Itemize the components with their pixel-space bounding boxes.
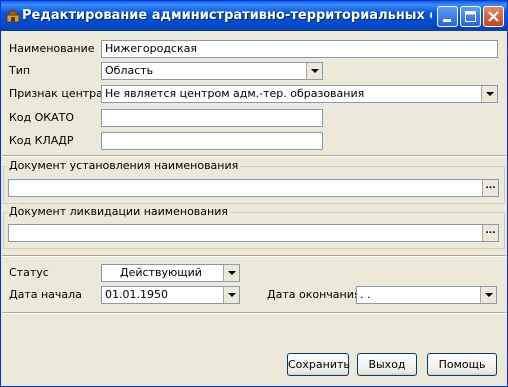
center-flag-select-value: Не является центром адм.-тер. образовани… (105, 87, 365, 100)
center-flag-label: Признак центра (9, 87, 103, 100)
start-date-picker[interactable]: 01.01.1950 (101, 286, 240, 304)
title-bar[interactable]: Редактирование административно-территори… (1, 1, 507, 31)
type-select[interactable]: Область (101, 62, 323, 80)
status-dropdown-button[interactable] (223, 265, 239, 281)
maximize-icon (465, 11, 476, 22)
status-select-value: Действующий (120, 266, 202, 279)
chevron-down-icon (228, 271, 236, 275)
kladr-input[interactable] (101, 132, 323, 150)
close-button[interactable] (483, 6, 504, 27)
divider (2, 255, 506, 257)
minimize-button[interactable] (437, 6, 458, 27)
chevron-down-icon (228, 293, 236, 297)
window-title: Редактирование административно-территори… (22, 8, 432, 23)
divider (2, 155, 506, 157)
name-label: Наименование (9, 42, 95, 55)
type-label: Тип (9, 64, 31, 77)
kladr-label: Код КЛАДР (9, 134, 74, 147)
chevron-down-icon (486, 92, 494, 96)
close-icon (488, 11, 499, 22)
end-date-picker[interactable]: . . (356, 286, 497, 304)
save-button[interactable]: Сохранить (287, 353, 350, 376)
establish-doc-browse-button[interactable]: ... (482, 180, 498, 196)
center-flag-dropdown-button[interactable] (481, 86, 497, 102)
start-date-dropdown-button[interactable] (223, 287, 239, 303)
divider (2, 312, 506, 314)
minimize-icon (443, 19, 451, 22)
start-date-value: 01.01.1950 (105, 288, 168, 301)
end-date-dropdown-button[interactable] (480, 287, 496, 303)
status-label: Статус (9, 266, 49, 279)
center-flag-select[interactable]: Не является центром адм.-тер. образовани… (101, 85, 498, 103)
chevron-down-icon (485, 293, 493, 297)
maximize-button[interactable] (460, 6, 481, 27)
liquidation-doc-group-label: Документ ликвидации наименования (7, 205, 230, 219)
okato-label: Код ОКАТО (9, 111, 75, 124)
edit-dialog-window: Редактирование административно-территори… (0, 0, 508, 387)
status-select[interactable]: Действующий (101, 264, 240, 282)
chevron-down-icon (311, 69, 319, 73)
establish-doc-group-label: Документ установления наименования (7, 159, 241, 173)
help-button[interactable]: Помощь (427, 353, 497, 376)
app-icon (6, 9, 20, 23)
end-date-label: Дата окончания (267, 288, 361, 301)
type-dropdown-button[interactable] (306, 63, 322, 79)
liquidation-doc-input[interactable] (8, 224, 499, 242)
name-input[interactable]: Нижегородская (101, 40, 498, 58)
okato-input[interactable] (101, 109, 323, 127)
type-select-value: Область (105, 64, 154, 77)
exit-button[interactable]: Выход (357, 353, 417, 376)
establish-doc-input[interactable] (8, 179, 499, 197)
start-date-label: Дата начала (9, 288, 82, 301)
end-date-value: . . (360, 288, 371, 301)
liquidation-doc-browse-button[interactable]: ... (482, 225, 498, 241)
